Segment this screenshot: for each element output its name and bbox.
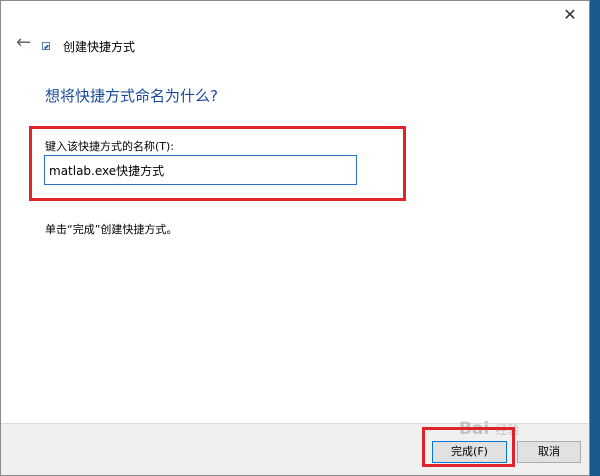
shortcut-app-icon <box>42 42 50 50</box>
back-arrow-icon[interactable]: ← <box>16 34 32 52</box>
cancel-button[interactable]: 取消 <box>517 441 581 463</box>
close-button[interactable]: ✕ <box>557 5 583 25</box>
finish-hint-text: 单击“完成”创建快捷方式。 <box>45 223 178 236</box>
window-title: 创建快捷方式 <box>63 40 136 54</box>
page-heading: 想将快捷方式命名为什么? <box>45 87 218 105</box>
finish-button[interactable]: 完成(F) <box>432 441 507 463</box>
shortcut-name-label: 键入该快捷方式的名称(T): <box>45 140 175 153</box>
create-shortcut-dialog: ✕ ← 创建快捷方式 想将快捷方式命名为什么? 键入该快捷方式的名称(T): 单… <box>0 0 590 476</box>
shortcut-name-input[interactable] <box>44 155 357 185</box>
